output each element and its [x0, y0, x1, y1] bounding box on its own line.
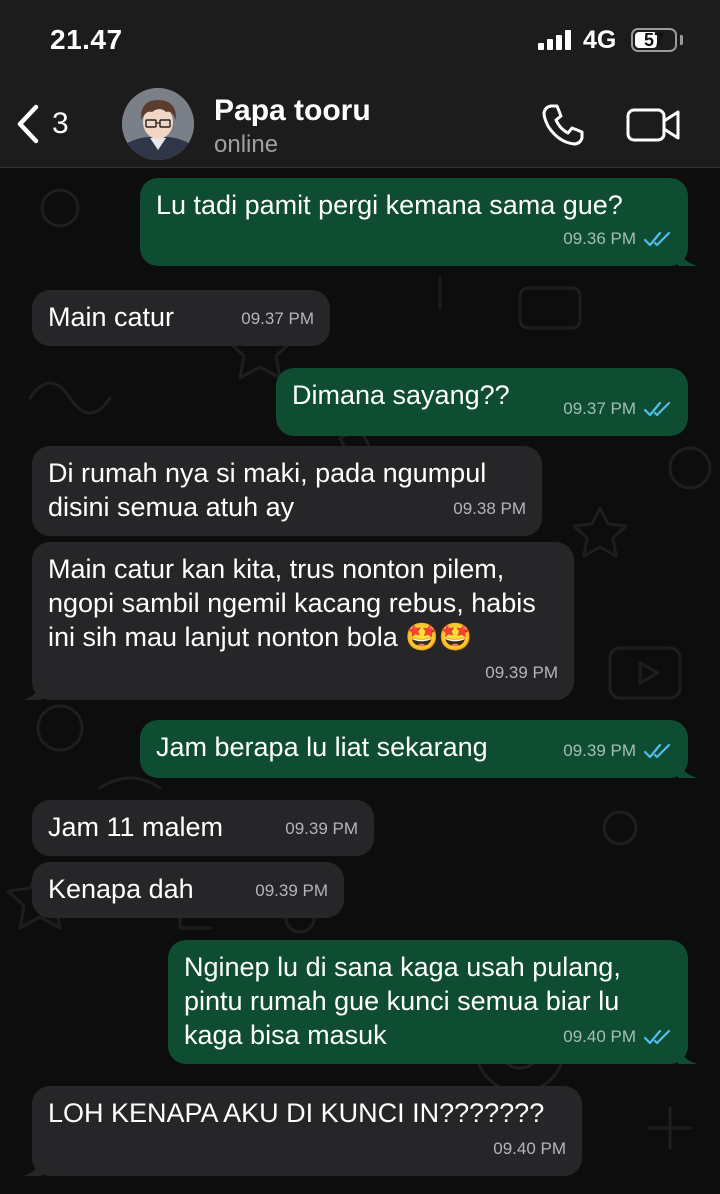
message-meta: 09.39 PM [255, 874, 328, 908]
message-meta: 09.37 PM [563, 392, 672, 426]
message-meta: 09.39 PM [485, 656, 558, 690]
avatar-image [122, 88, 194, 160]
battery-cap [680, 35, 683, 45]
double-check-icon [644, 743, 671, 759]
contact-status: online [214, 131, 279, 158]
battery-level: 57 [643, 30, 665, 50]
double-check-icon [644, 231, 671, 247]
message-meta: 09.36 PM [563, 222, 672, 256]
video-camera-icon [626, 108, 680, 142]
chat-header: 3 Papa tooru online [0, 82, 720, 168]
outgoing-message[interactable]: Nginep lu di sana kaga usah pulang, pint… [168, 940, 698, 1064]
message-time: 09.38 PM [453, 499, 526, 518]
incoming-message[interactable]: LOH KENAPA AKU DI KUNCI IN??????? 09.40 P… [22, 1086, 582, 1176]
message-time: 09.39 PM [285, 819, 358, 838]
battery-icon: 57 [631, 28, 677, 52]
status-bar: 21.47 4G 57 [0, 0, 720, 82]
chevron-left-icon [17, 104, 39, 144]
cellular-signal-icon [538, 30, 574, 50]
incoming-message[interactable]: Kenapa dah 09.39 PM [32, 862, 344, 918]
incoming-message[interactable]: Main catur 09.37 PM [32, 290, 330, 346]
message-time: 09.37 PM [241, 309, 314, 328]
message-time: 09.39 PM [255, 881, 328, 900]
message-text: Lu tadi pamit pergi kemana sama gue? [156, 190, 623, 220]
unread-count: 3 [52, 107, 69, 140]
bubble-tail [22, 678, 42, 700]
outgoing-message[interactable]: Lu tadi pamit pergi kemana sama gue? 09.3… [140, 178, 698, 266]
message-time: 09.39 PM [485, 663, 558, 682]
message-meta: 09.39 PM [285, 812, 358, 846]
voice-call-button[interactable] [540, 102, 586, 148]
phone-icon [542, 104, 584, 146]
contact-name[interactable]: Papa tooru [214, 94, 371, 128]
incoming-message[interactable]: Main catur kan kita, trus nonton pilem, … [22, 542, 574, 700]
bubble-tail [678, 244, 698, 266]
message-time: 09.40 PM [563, 1027, 636, 1046]
incoming-message[interactable]: Jam 11 malem 09.39 PM [32, 800, 374, 856]
message-meta: 09.39 PM [563, 734, 672, 768]
message-text: Main catur kan kita, trus nonton pilem, … [48, 554, 536, 652]
status-time: 21.47 [50, 24, 123, 55]
network-type: 4G [583, 26, 617, 54]
chat-area[interactable]: Lu tadi pamit pergi kemana sama gue? 09.3… [0, 168, 720, 1194]
outgoing-message[interactable]: Jam berapa lu liat sekarang 09.39 PM [140, 720, 698, 778]
back-button[interactable]: 3 [16, 102, 96, 146]
message-time: 09.39 PM [563, 741, 636, 760]
bubble-tail [678, 756, 698, 778]
incoming-message[interactable]: Di rumah nya si maki, pada ngumpul disin… [32, 446, 542, 536]
message-meta: 09.38 PM [453, 492, 526, 526]
message-time: 09.37 PM [563, 399, 636, 418]
double-check-icon [644, 401, 671, 417]
outgoing-message[interactable]: Dimana sayang?? 09.37 PM [276, 368, 688, 436]
message-time: 09.36 PM [563, 229, 636, 248]
message-meta: 09.40 PM [563, 1020, 672, 1054]
video-call-button[interactable] [626, 104, 682, 146]
message-meta: 09.37 PM [241, 302, 314, 336]
contact-avatar[interactable] [122, 88, 194, 160]
bubble-tail [22, 1154, 42, 1176]
message-time: 09.40 PM [493, 1139, 566, 1158]
bubble-tail [678, 1042, 698, 1064]
double-check-icon [644, 1029, 671, 1045]
message-meta: 09.40 PM [493, 1132, 566, 1166]
message-text: LOH KENAPA AKU DI KUNCI IN??????? [48, 1098, 545, 1128]
